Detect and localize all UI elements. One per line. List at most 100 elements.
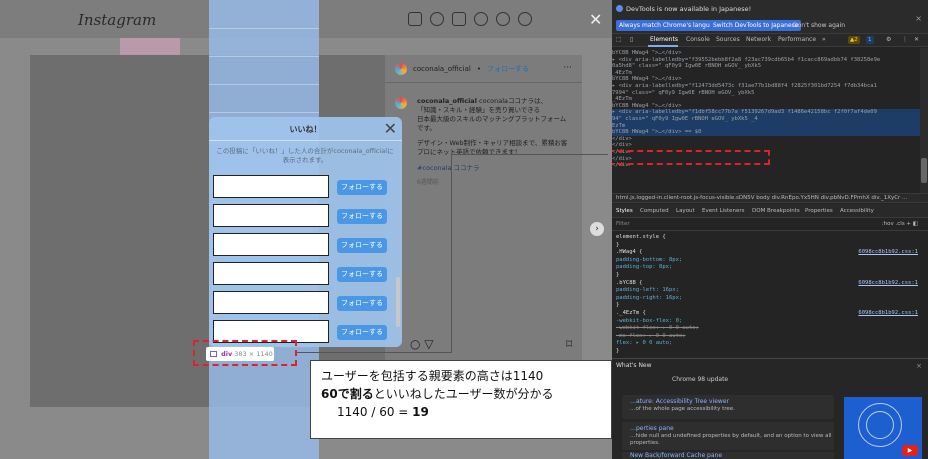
kebab-menu-icon[interactable]: ⋮ bbox=[902, 36, 908, 43]
dom-node-line[interactable]: </div> bbox=[612, 142, 920, 149]
gear-icon[interactable]: ⚙ bbox=[886, 36, 891, 43]
close-icon[interactable]: ✕ bbox=[384, 119, 397, 138]
next-arrow-icon[interactable]: › bbox=[590, 222, 604, 236]
explore-icon[interactable] bbox=[474, 12, 488, 26]
css-rule-line[interactable]: } bbox=[616, 302, 619, 309]
scroll-thumb[interactable] bbox=[921, 158, 927, 183]
follow-button[interactable]: フォローする bbox=[337, 267, 387, 282]
whats-new-card[interactable]: …ature: Accessibility Tree viewer …of th… bbox=[622, 395, 834, 419]
home-icon[interactable] bbox=[408, 12, 422, 26]
dom-node-line[interactable]: 0a5hd8" class=" qF0y9 Igw0E rBNOH eGOV_ … bbox=[612, 63, 920, 70]
css-source-link[interactable]: 6098cc8b1b92.css:1 bbox=[858, 310, 918, 317]
dom-node-line[interactable]: bYC8B HWag4 ">…</div> bbox=[612, 50, 920, 57]
css-rule-line[interactable]: -webkit-box-flex: 0; bbox=[616, 318, 682, 325]
tab-performance[interactable]: Performance bbox=[778, 36, 816, 43]
subtab-properties[interactable]: Properties bbox=[805, 208, 833, 214]
subtab-accessibility[interactable]: Accessibility bbox=[840, 208, 874, 214]
whats-new-card[interactable]: New Back/forward Cache pane bbox=[622, 452, 834, 459]
css-rule-line[interactable]: element.style { bbox=[616, 234, 666, 241]
tab-sources[interactable]: Sources bbox=[716, 36, 740, 43]
dont-show-again-button[interactable]: Don't show again bbox=[790, 20, 848, 31]
elements-scrollbar[interactable] bbox=[920, 48, 928, 193]
follow-button[interactable]: フォローする bbox=[337, 209, 387, 224]
css-rule-line[interactable]: padding-bottom: 8px; bbox=[616, 257, 682, 264]
likes-modal-scrollbar[interactable] bbox=[396, 277, 400, 327]
styles-pane[interactable]: element.style {} .HWag4 {6098cc8b1b92.css… bbox=[612, 232, 928, 357]
card-title[interactable]: …ature: Accessibility Tree viewer bbox=[630, 398, 729, 405]
css-rule-line[interactable]: flex: ▸ 0 0 auto; bbox=[616, 340, 672, 347]
user-entry-box[interactable] bbox=[213, 262, 329, 285]
inspect-element-icon[interactable]: ⬚ bbox=[616, 36, 622, 43]
dom-node-line[interactable]: ▸ <div aria-labelledby="f1dbf58cc77b7a f… bbox=[612, 109, 920, 116]
dom-node-line[interactable]: ▸ <div aria-labelledby="f12473dd5473c f3… bbox=[612, 83, 920, 90]
dom-node-line[interactable]: bYC8B HWag4 ">…</div> bbox=[612, 103, 920, 110]
subtab-styles[interactable]: Styles bbox=[616, 208, 633, 214]
elements-dom-tree[interactable]: bYC8B HWag4 ">…</div> ▸ <div aria-labell… bbox=[612, 48, 920, 193]
instagram-logo[interactable]: Instagram bbox=[78, 11, 156, 29]
dom-node-line[interactable]: bYC8B HWag4 ">…</div> bbox=[612, 76, 920, 83]
css-rule-line[interactable]: } bbox=[616, 242, 619, 249]
tab-elements[interactable]: Elements bbox=[650, 36, 678, 43]
close-icon[interactable]: ✕ bbox=[914, 36, 919, 43]
post-author-name[interactable]: coconala_official bbox=[413, 65, 471, 73]
post-author-avatar[interactable] bbox=[395, 63, 407, 75]
heart-icon[interactable] bbox=[496, 12, 510, 26]
css-rule-line[interactable]: } bbox=[616, 348, 619, 355]
whats-new-video-thumbnail[interactable]: ▶ bbox=[844, 397, 922, 459]
subtab-computed[interactable]: Computed bbox=[640, 208, 669, 214]
user-entry-box[interactable] bbox=[213, 175, 329, 198]
match-language-button[interactable]: Always match Chrome's language bbox=[616, 20, 724, 31]
dom-node-line[interactable]: _4EzTm bbox=[612, 96, 920, 103]
tab-console[interactable]: Console bbox=[686, 36, 710, 43]
css-rule-line[interactable]: -ms-flex: ▸ 0 0 auto; bbox=[616, 333, 686, 340]
dom-node-line[interactable]: </div> bbox=[612, 136, 920, 143]
css-rule-line[interactable]: -webkit-flex: ▸ 0 0 auto; bbox=[616, 325, 699, 332]
more-options-icon[interactable]: ··· bbox=[563, 63, 572, 73]
dom-node-line[interactable]: EzTm bbox=[612, 122, 920, 130]
caption-username[interactable]: coconala_official bbox=[417, 97, 477, 105]
more-tabs-icon[interactable]: » bbox=[822, 36, 826, 43]
css-rule-line[interactable]: padding-left: 16px; bbox=[616, 287, 679, 294]
profile-avatar-icon[interactable] bbox=[518, 12, 532, 26]
css-rule-line[interactable]: padding-top: 8px; bbox=[616, 264, 672, 271]
youtube-play-icon[interactable]: ▶ bbox=[902, 445, 918, 456]
device-toggle-icon[interactable]: ▯ bbox=[630, 36, 633, 43]
switch-language-button[interactable]: Switch DevTools to Japanese bbox=[710, 20, 802, 31]
styles-filter-tools[interactable]: :hov .cls + ◧ bbox=[882, 221, 918, 227]
styles-filter-input[interactable]: Filter bbox=[616, 221, 630, 227]
dom-node-line[interactable]: ▸ <div aria-labelledby="f39552bebb8f2a8 … bbox=[612, 57, 920, 64]
tab-whats-new[interactable]: What's New bbox=[616, 362, 652, 369]
close-icon[interactable]: × bbox=[916, 362, 922, 370]
info-badge[interactable]: 1 bbox=[866, 36, 874, 44]
hashtag-link[interactable]: #coconala bbox=[417, 164, 451, 172]
messenger-icon[interactable] bbox=[430, 12, 444, 26]
dom-node-line[interactable]: _4EzTm bbox=[612, 70, 920, 77]
warning-badge[interactable]: ▲2 bbox=[848, 36, 860, 44]
hashtag-link[interactable]: ココナラ bbox=[454, 164, 480, 172]
close-icon[interactable]: ✕ bbox=[589, 10, 602, 29]
user-entry-box[interactable] bbox=[213, 204, 329, 227]
dom-node-line[interactable]: bYC8B HWag4 ">…</div> == $0 bbox=[612, 129, 920, 136]
user-entry-box[interactable] bbox=[213, 233, 329, 256]
css-source-link[interactable]: 6098cc8b1b92.css:1 bbox=[858, 249, 918, 256]
subtab-event-listeners[interactable]: Event Listeners bbox=[702, 208, 745, 214]
caption-avatar[interactable] bbox=[395, 97, 407, 109]
follow-button[interactable]: フォローする bbox=[337, 296, 387, 311]
css-rule-line[interactable]: ._4EzTm { bbox=[616, 310, 646, 317]
dom-node-line[interactable]: 94" class=" qF0y9 Igw0E rBNOH eGOV_ ybXk… bbox=[612, 116, 920, 123]
dom-breadcrumb[interactable]: html.js.logged-in.client-root.js-focus-v… bbox=[612, 193, 928, 203]
card-title[interactable]: …perties pane bbox=[630, 425, 674, 432]
list-item[interactable]: フォローする bbox=[213, 175, 399, 199]
user-entry-box[interactable] bbox=[213, 291, 329, 314]
follow-button[interactable]: フォローする bbox=[337, 325, 387, 340]
follow-button[interactable]: フォローする bbox=[337, 180, 387, 195]
post-follow-link[interactable]: フォローする bbox=[487, 64, 529, 74]
css-source-link[interactable]: 6098cc8b1b92.css:1 bbox=[858, 280, 918, 287]
css-rule-line[interactable]: .bYC8B { bbox=[616, 280, 643, 287]
list-item[interactable]: フォローする bbox=[213, 233, 399, 257]
list-item[interactable]: フォローする bbox=[213, 291, 399, 315]
subtab-layout[interactable]: Layout bbox=[676, 208, 695, 214]
css-rule-line[interactable]: padding-right: 16px; bbox=[616, 295, 682, 302]
close-icon[interactable]: × bbox=[915, 14, 922, 23]
css-rule-line[interactable]: .HWag4 { bbox=[616, 249, 643, 256]
